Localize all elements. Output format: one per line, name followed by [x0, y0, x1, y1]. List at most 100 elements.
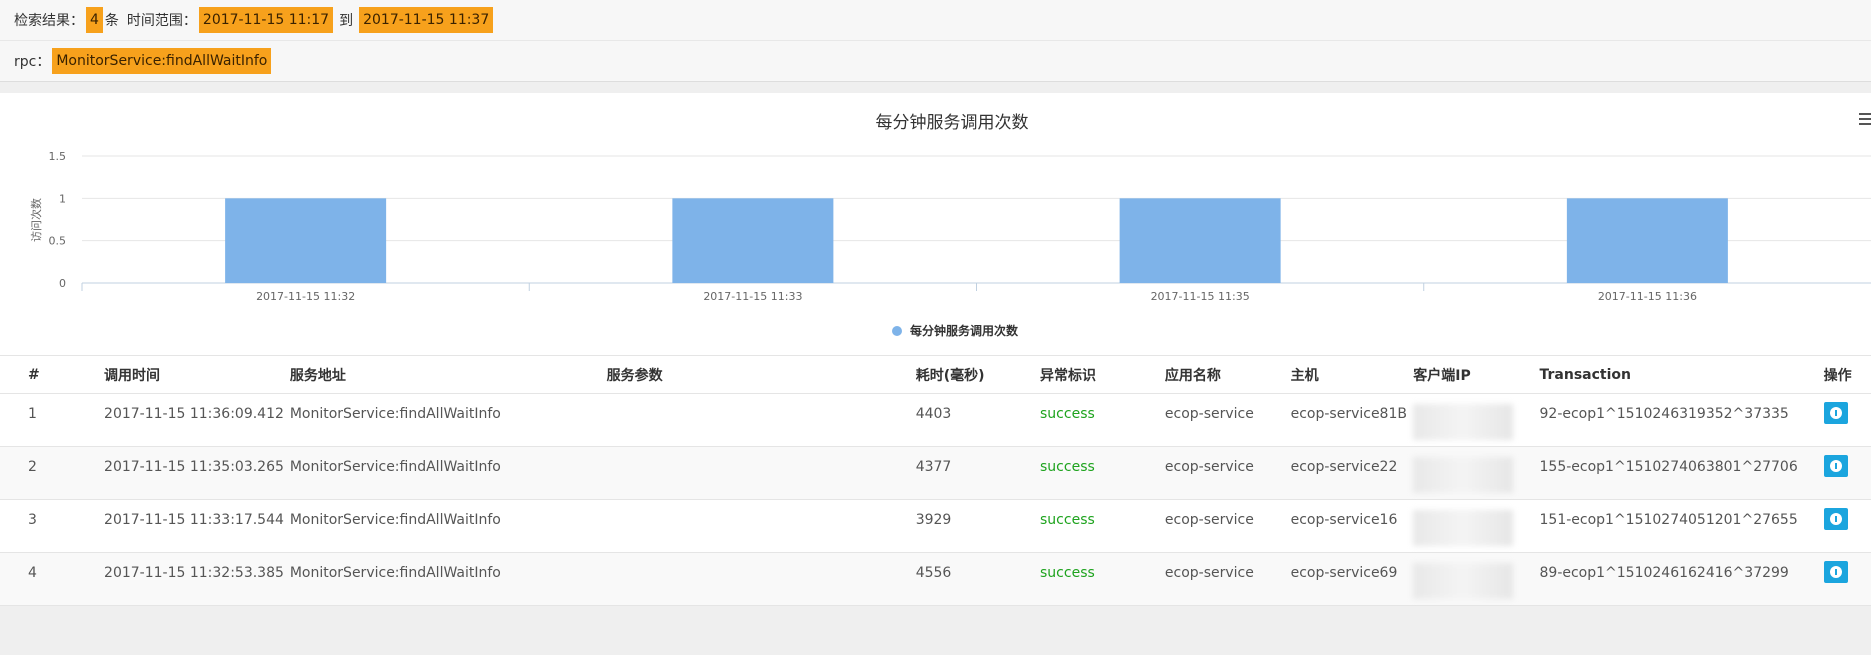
- cost-ms: 4377: [915, 446, 1041, 500]
- rpc-summary: rpc： MonitorService:findAllWaitInfo: [0, 41, 1871, 81]
- transaction-id: 151-ecop1^1510274051201^27655: [1539, 499, 1824, 553]
- info-icon[interactable]: [1823, 561, 1848, 583]
- app-name: ecop-service: [1164, 552, 1291, 606]
- col-index-header: #: [0, 355, 105, 394]
- status-flag: success: [1040, 552, 1165, 606]
- col-app-header: 应用名称: [1164, 355, 1291, 394]
- info-icon[interactable]: [1823, 402, 1848, 424]
- host-name: ecop-service81B: [1290, 393, 1414, 447]
- col-status-header: 异常标识: [1040, 355, 1165, 394]
- y-axis-label: 访问次数: [29, 198, 43, 242]
- cost-ms: 4556: [915, 552, 1041, 606]
- result-summary: 检索结果： 4 条 时间范围： 2017-11-15 11:17 到 2017-…: [0, 0, 1871, 41]
- x-tick-label: 2017-11-15 11:35: [1151, 290, 1250, 303]
- row-index: 1: [0, 393, 105, 447]
- to-label: 到: [339, 13, 354, 29]
- app-name: ecop-service: [1164, 499, 1291, 553]
- info-icon[interactable]: [1823, 455, 1848, 477]
- service-address: MonitorService:findAllWaitInfo: [289, 552, 607, 606]
- client-ip: [1413, 552, 1540, 606]
- rpc-value: MonitorService:findAllWaitInfo: [52, 48, 272, 74]
- time-range-label: 时间范围：: [126, 13, 197, 29]
- y-tick-label: 1: [59, 192, 66, 205]
- host-name: ecop-service22: [1290, 446, 1414, 500]
- table-row: 1 2017-11-15 11:36:09.412 MonitorService…: [0, 393, 1871, 447]
- redacted-ip: [1413, 404, 1514, 440]
- call-time: 2017-11-15 11:36:09.412: [104, 393, 290, 447]
- col-action-header: 操作: [1823, 355, 1871, 394]
- col-params-header: 服务参数: [606, 355, 916, 394]
- transaction-id: 92-ecop1^1510246319352^37335: [1539, 393, 1824, 447]
- cost-ms: 3929: [915, 499, 1041, 553]
- service-params: [606, 393, 916, 447]
- transaction-id: 89-ecop1^1510246162416^37299: [1539, 552, 1824, 606]
- row-index: 4: [0, 552, 105, 606]
- x-tick-label: 2017-11-15 11:32: [256, 290, 355, 303]
- start-time: 2017-11-15 11:17: [198, 7, 334, 33]
- host-name: ecop-service69: [1290, 552, 1414, 606]
- legend-label: 每分钟服务调用次数: [910, 323, 1019, 338]
- action-cell: [1823, 499, 1871, 553]
- menu-icon[interactable]: [1859, 113, 1871, 127]
- table-row: 4 2017-11-15 11:32:53.385 MonitorService…: [0, 552, 1871, 606]
- end-time: 2017-11-15 11:37: [359, 7, 494, 33]
- legend-marker: [892, 326, 902, 336]
- y-tick-label: 1.5: [49, 150, 67, 163]
- call-time: 2017-11-15 11:32:53.385: [104, 552, 290, 606]
- call-time: 2017-11-15 11:35:03.265: [104, 446, 290, 500]
- service-params: [606, 446, 916, 500]
- bar[interactable]: [672, 198, 834, 283]
- service-params: [606, 552, 916, 606]
- status-flag: success: [1040, 393, 1165, 447]
- client-ip: [1413, 499, 1540, 553]
- bar[interactable]: [1119, 198, 1281, 283]
- row-index: 3: [0, 499, 105, 553]
- result-count-unit: 条: [104, 13, 119, 29]
- result-label: 检索结果：: [14, 13, 84, 29]
- col-host-header: 主机: [1290, 355, 1414, 394]
- y-tick-label: 0.5: [49, 235, 67, 248]
- col-service-header: 服务地址: [289, 355, 607, 394]
- row-index: 2: [0, 446, 105, 500]
- redacted-ip: [1413, 563, 1514, 599]
- action-cell: [1823, 393, 1871, 447]
- call-time: 2017-11-15 11:33:17.544: [104, 499, 290, 553]
- service-address: MonitorService:findAllWaitInfo: [289, 393, 607, 447]
- redacted-ip: [1413, 510, 1514, 546]
- col-ip-header: 客户端IP: [1413, 355, 1540, 394]
- app-name: ecop-service: [1164, 393, 1291, 447]
- host-name: ecop-service16: [1290, 499, 1414, 553]
- col-time-header: 调用时间: [104, 355, 290, 394]
- chart-panel: 每分钟服务调用次数 访问次数 2017-11-15 11:32 2017-11-1…: [0, 93, 1871, 355]
- col-cost-header: 耗时(毫秒): [915, 355, 1041, 394]
- search-summary-panel: 检索结果： 4 条 时间范围： 2017-11-15 11:17 到 2017-…: [0, 0, 1871, 82]
- table-row: 2 2017-11-15 11:35:03.265 MonitorService…: [0, 446, 1871, 500]
- cost-ms: 4403: [915, 393, 1041, 447]
- service-address: MonitorService:findAllWaitInfo: [289, 446, 607, 500]
- col-transaction-header: Transaction: [1539, 355, 1824, 394]
- table-row: 3 2017-11-15 11:33:17.544 MonitorService…: [0, 499, 1871, 553]
- bar-chart: 每分钟服务调用次数 访问次数 2017-11-15 11:32 2017-11-1…: [29, 113, 1871, 338]
- result-table: # 调用时间 服务地址 服务参数 耗时(毫秒) 异常标识 应用名称 主机 客户端…: [0, 355, 1871, 606]
- chart-title: 每分钟服务调用次数: [876, 113, 1029, 133]
- action-cell: [1823, 446, 1871, 500]
- bar[interactable]: [1566, 198, 1728, 283]
- rpc-label: rpc：: [14, 54, 51, 70]
- y-tick-label: 0: [59, 277, 66, 290]
- status-flag: success: [1040, 499, 1165, 553]
- status-flag: success: [1040, 446, 1165, 500]
- x-tick-label: 2017-11-15 11:36: [1598, 290, 1697, 303]
- service-params: [606, 499, 916, 553]
- redacted-ip: [1413, 457, 1514, 493]
- table-header-row: # 调用时间 服务地址 服务参数 耗时(毫秒) 异常标识 应用名称 主机 客户端…: [0, 355, 1871, 394]
- transaction-id: 155-ecop1^1510274063801^27706: [1539, 446, 1824, 500]
- chart-legend[interactable]: 每分钟服务调用次数: [892, 323, 1019, 338]
- info-icon[interactable]: [1823, 508, 1848, 530]
- client-ip: [1413, 446, 1540, 500]
- service-address: MonitorService:findAllWaitInfo: [289, 499, 607, 553]
- x-tick-label: 2017-11-15 11:33: [703, 290, 802, 303]
- action-cell: [1823, 552, 1871, 606]
- result-count: 4: [86, 7, 103, 33]
- bar[interactable]: [225, 198, 387, 283]
- app-name: ecop-service: [1164, 446, 1291, 500]
